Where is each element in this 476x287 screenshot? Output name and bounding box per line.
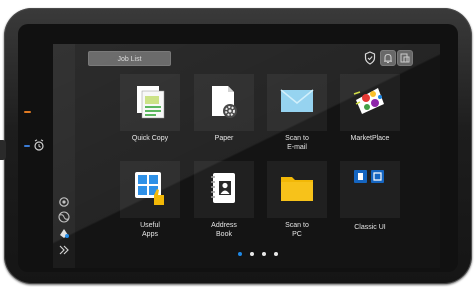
classic-ui-icon — [354, 170, 384, 183]
app-tile-quick-copy[interactable] — [120, 74, 180, 131]
folder-icon — [281, 177, 313, 201]
app-tile-scan-to-email[interactable] — [267, 74, 327, 131]
page-dot-3[interactable] — [262, 252, 266, 256]
page-dot-4[interactable] — [274, 252, 278, 256]
app-tile-marketplace[interactable] — [340, 74, 400, 131]
app-label-classic-ui: Classic UI — [354, 224, 386, 231]
apps-grid-thumb-icon — [135, 172, 164, 205]
security-shield-icon[interactable] — [362, 50, 378, 66]
status-indicator-light — [24, 145, 30, 147]
address-book-icon — [211, 173, 235, 203]
app-tile-address-book[interactable] — [194, 161, 254, 218]
page-dot-1[interactable] — [238, 252, 242, 256]
envelope-icon — [280, 89, 314, 112]
bezel-side-tab — [0, 140, 6, 160]
bell-icon — [384, 53, 392, 63]
app-tile-paper[interactable] — [194, 74, 254, 131]
power-indicator-light — [24, 111, 31, 113]
expand-chevrons-icon[interactable] — [57, 243, 71, 257]
paper-settings-icon — [212, 86, 237, 118]
app-tile-useful-apps[interactable] — [120, 161, 180, 218]
touch-screen: Job List Quick Copy Paper Scan to E-mail… — [53, 44, 440, 268]
globe-icon[interactable] — [57, 210, 71, 224]
device-status-button[interactable] — [397, 50, 413, 66]
page-dot-2[interactable] — [250, 252, 254, 256]
job-list-button[interactable]: Job List — [88, 51, 171, 66]
notification-bell-button[interactable] — [380, 50, 396, 66]
app-tile-scan-to-pc[interactable] — [267, 161, 327, 218]
app-label-marketplace: MarketPlace — [350, 135, 390, 142]
left-rail — [53, 44, 75, 268]
copy-document-icon — [137, 86, 165, 119]
user-tools-icon[interactable] — [57, 226, 71, 240]
marketplace-splash-icon — [353, 88, 384, 114]
eco-settings-icon[interactable] — [57, 195, 71, 209]
alarm-clock-icon[interactable] — [33, 138, 45, 152]
printer-status-icon — [400, 53, 410, 63]
app-tile-classic-ui[interactable] — [340, 161, 400, 218]
